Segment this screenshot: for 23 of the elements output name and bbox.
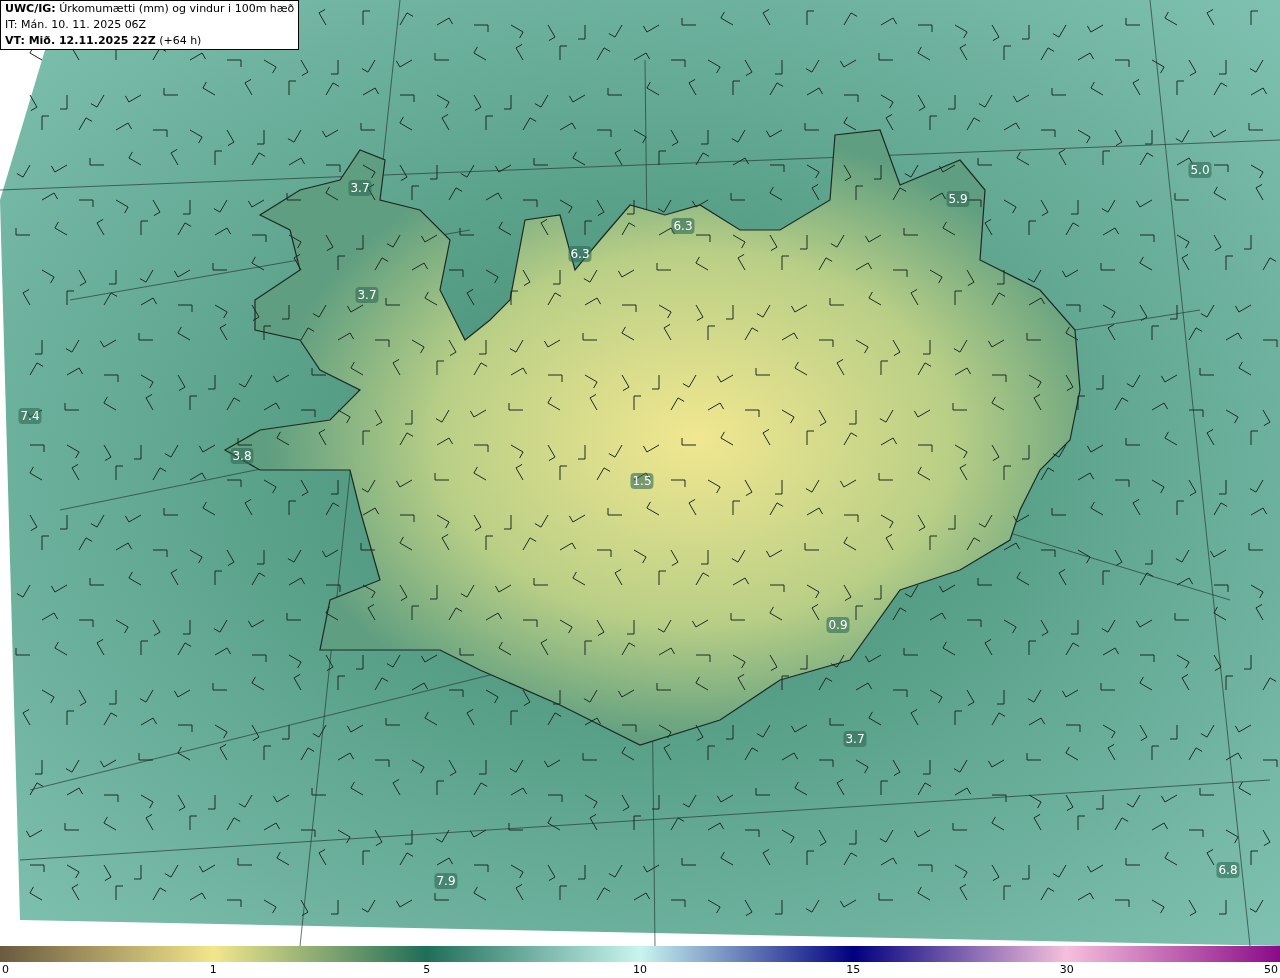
colorbar-tick-label: 50 (1264, 962, 1278, 978)
colorbar-tick-label: 1 (209, 962, 217, 978)
precipitation-value: 0.9 (826, 617, 850, 633)
precipitation-value: 7.9 (434, 873, 458, 889)
colorbar-tick-label: 10 (633, 962, 647, 978)
header-line: UWC/IG: Úrkomumætti (mm) og vindur i 100m hæð (5, 1, 295, 17)
header-line: VT: Mið. 12.11.2025 22Z (+64 h) (5, 33, 202, 49)
precipitation-value: 5.9 (946, 191, 970, 207)
precipitation-value: 6.3 (671, 218, 695, 234)
header-line: IT: Mán. 10. 11. 2025 06Z (5, 17, 147, 33)
precipitation-value: 3.7 (355, 287, 379, 303)
precipitation-value: 6.8 (1216, 862, 1240, 878)
precipitation-value: 1.5 (630, 473, 654, 489)
precipitation-value: 3.7 (843, 731, 867, 747)
precipitation-value: 5.0 (1188, 162, 1212, 178)
precipitation-value: 3.8 (230, 448, 254, 464)
colorbar-tick-label: 5 (423, 962, 431, 978)
colorbar-tick-label: 30 (1059, 962, 1074, 978)
precipitation-value: 7.4 (18, 408, 42, 424)
colorbar-tick-label: 15 (846, 962, 861, 978)
precipitation-value: 6.3 (568, 246, 592, 262)
precipitation-value: 3.7 (348, 180, 372, 196)
colorbar-tick-label: 0 (2, 962, 9, 978)
